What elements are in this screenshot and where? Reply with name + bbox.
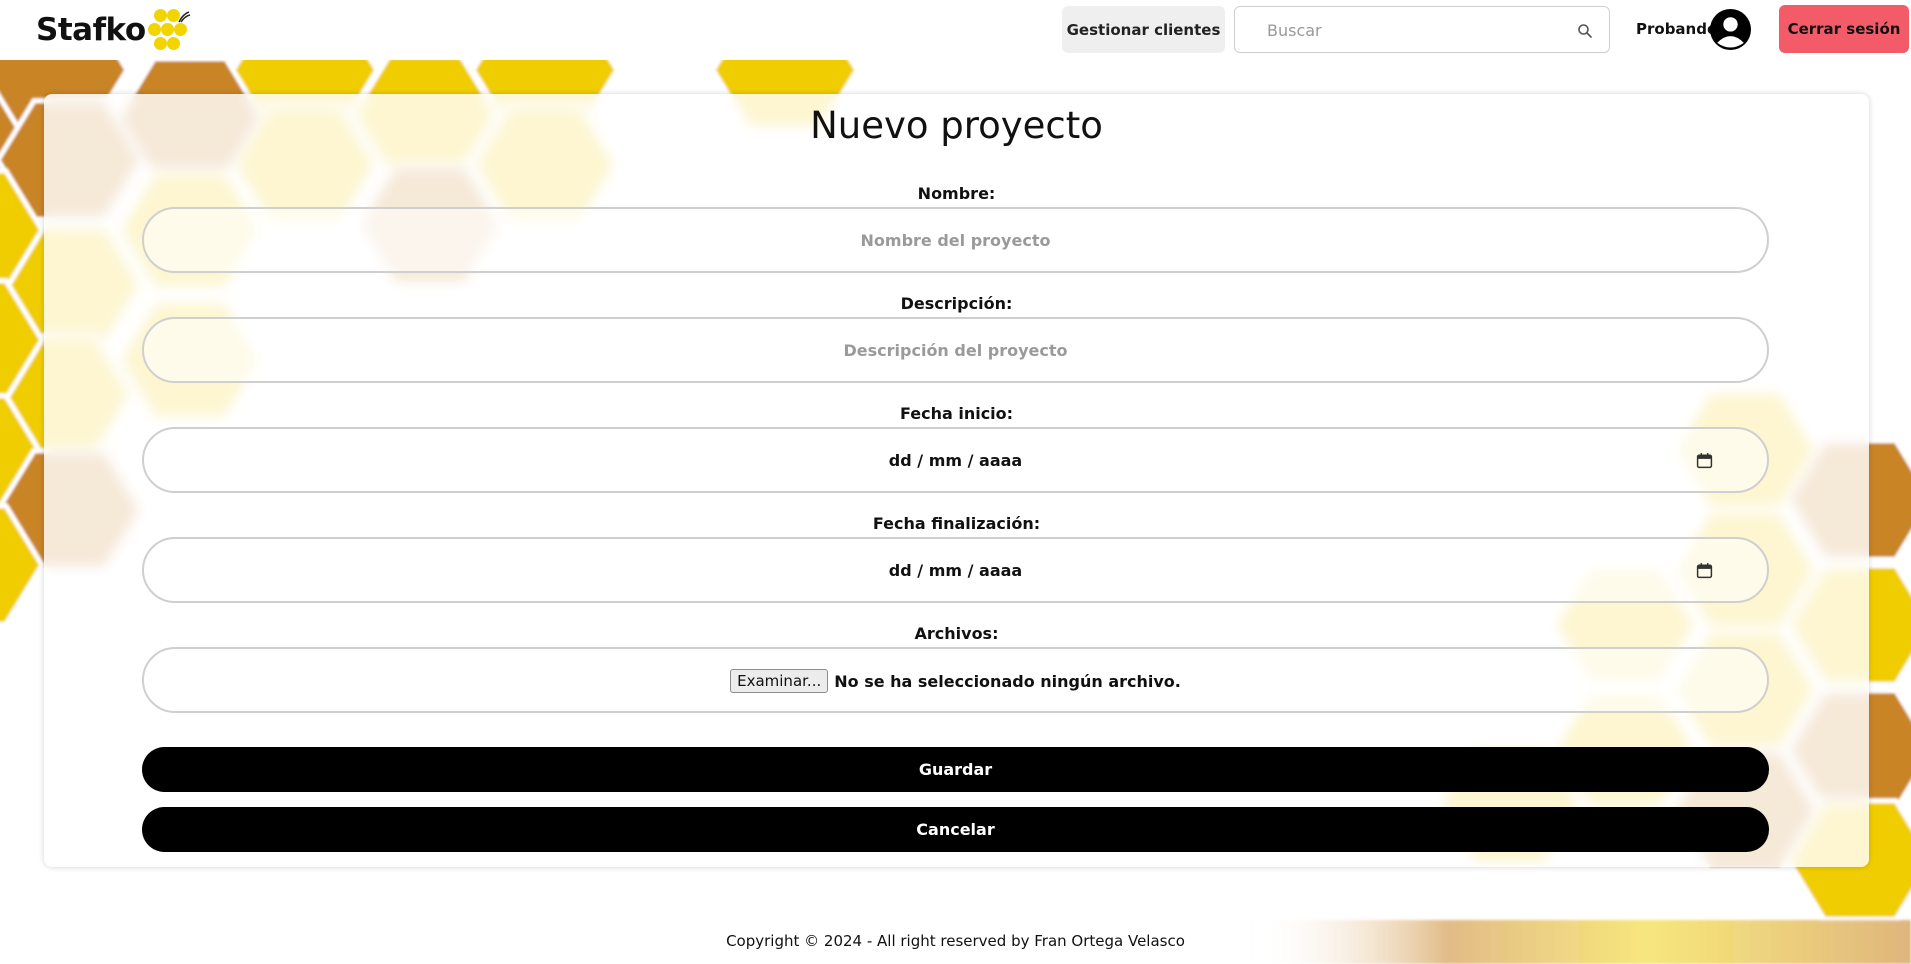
start-date-value: dd / mm / aaaa [888,451,1023,470]
file-input-wrapper: Examinar... No se ha seleccionado ningún… [142,647,1769,713]
end-date-value: dd / mm / aaaa [888,561,1023,580]
description-label: Descripción: [900,294,1013,313]
logout-button[interactable]: Cerrar sesión [1779,5,1909,53]
user-avatar-icon[interactable] [1710,9,1751,50]
page-title: Nuevo proyecto [810,104,1103,147]
project-description-input[interactable] [144,319,1767,381]
top-navbar: Stafko Gestionar clientes Probando Cerra [0,0,1911,60]
start-date-input[interactable]: dd / mm / aaaa [142,427,1769,493]
file-status-text: No se ha seleccionado ningún archivo. [834,671,1181,691]
calendar-icon[interactable] [1696,562,1713,579]
bee-logo-icon [147,8,194,52]
end-date-input[interactable]: dd / mm / aaaa [142,537,1769,603]
save-button[interactable]: Guardar [142,747,1769,792]
project-name-input[interactable] [144,209,1767,271]
name-label: Nombre: [917,184,996,203]
new-project-form-card: Nuevo proyecto Nombre: Descripción: Fech… [44,94,1869,867]
user-name: Probando [1636,20,1718,38]
search-icon[interactable] [1577,23,1593,39]
search-box [1234,6,1610,53]
logo-text: Stafko [36,12,146,48]
calendar-icon[interactable] [1696,452,1713,469]
logo[interactable]: Stafko [36,8,194,52]
search-input[interactable] [1267,17,1567,43]
footer-copyright: Copyright © 2024 - All right reserved by… [726,932,1185,950]
cancel-button[interactable]: Cancelar [142,807,1769,852]
file-input: Examinar... No se ha seleccionado ningún… [144,669,1767,693]
description-field-wrapper [142,317,1769,383]
start-date-label: Fecha inicio: [899,404,1014,423]
browse-files-button[interactable]: Examinar... [730,669,829,693]
manage-clients-button[interactable]: Gestionar clientes [1062,6,1225,53]
end-date-label: Fecha finalización: [872,514,1041,533]
name-field-wrapper [142,207,1769,273]
files-label: Archivos: [914,624,999,643]
